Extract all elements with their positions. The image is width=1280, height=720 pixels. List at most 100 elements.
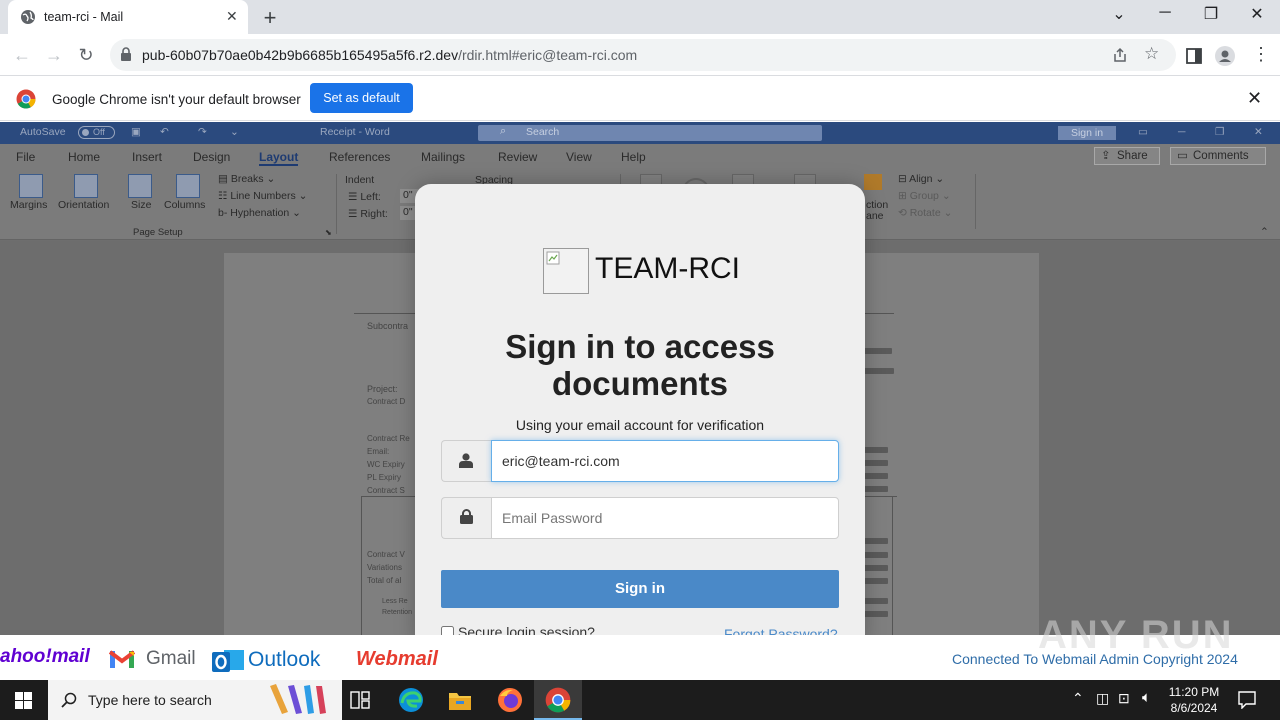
- tab-search-icon[interactable]: ⌄: [1104, 4, 1134, 24]
- word-search-box[interactable]: ⌕ Search: [478, 125, 822, 141]
- mail-brands-footer: ahoo!mail Gmail Outlook Webmail Connecte…: [0, 613, 1280, 680]
- chrome-menu-icon[interactable]: ⋮: [1252, 44, 1270, 65]
- doc-redacted-line: [864, 447, 888, 453]
- align-label: Align: [909, 173, 933, 185]
- hyphenation-button[interactable]: b‑ Hyphenation ⌄: [218, 207, 301, 219]
- ribbon-tab-home[interactable]: Home: [68, 150, 100, 164]
- set-as-default-button[interactable]: Set as default: [310, 83, 413, 113]
- ribbon-tab-insert[interactable]: Insert: [132, 150, 162, 164]
- autosave-label: AutoSave: [20, 126, 66, 138]
- word-minimize-icon[interactable]: ─: [1178, 126, 1185, 138]
- orientation-icon: [74, 174, 98, 198]
- hyphenation-label: Hyphenation: [230, 207, 290, 219]
- doc-redacted-line: [864, 348, 892, 354]
- word-share-label: Share: [1117, 150, 1148, 162]
- ribbon-tab-review[interactable]: Review: [498, 150, 537, 164]
- word-share-button[interactable]: ⇪ Share: [1094, 147, 1160, 165]
- firefox-icon[interactable]: [497, 687, 523, 713]
- notifications-icon[interactable]: [1238, 691, 1256, 709]
- table-rule: [892, 496, 893, 635]
- ribbon-tab-view[interactable]: View: [566, 150, 592, 164]
- word-title-bar: AutoSave Off ▣ ↶ ↷ ⌄ Receipt - Word ⌕ Se…: [0, 122, 1280, 144]
- tab-title: team-rci - Mail: [44, 10, 124, 24]
- autosave-toggle[interactable]: Off: [78, 126, 115, 139]
- taskbar-search-placeholder: Type here to search: [88, 692, 212, 708]
- undo-icon[interactable]: ↶: [160, 126, 169, 138]
- task-view-icon[interactable]: [350, 691, 370, 709]
- password-input[interactable]: [491, 497, 839, 539]
- margins-icon: [19, 174, 43, 198]
- ribbon-display-icon[interactable]: ▭: [1138, 126, 1148, 138]
- group-button[interactable]: ⊞ Group ⌄: [898, 190, 951, 202]
- doc-redacted-line: [864, 565, 888, 571]
- device-icon[interactable]: ◫: [1096, 690, 1109, 707]
- tab-close-icon[interactable]: ✕: [226, 8, 238, 25]
- word-close-icon[interactable]: ✕: [1254, 126, 1263, 138]
- line-numbers-button[interactable]: ☷ Line Numbers ⌄: [218, 190, 307, 202]
- customize-qat-icon[interactable]: ⌄: [230, 126, 239, 138]
- side-panel-icon[interactable]: [1184, 46, 1204, 66]
- doc-variations-text: Variations: [367, 563, 402, 572]
- redo-icon[interactable]: ↷: [198, 126, 207, 138]
- secure-session-option[interactable]: Secure login session?: [441, 624, 595, 635]
- sign-in-button[interactable]: Sign in: [441, 570, 839, 608]
- selection-pane-icon[interactable]: [864, 174, 882, 190]
- browser-tab[interactable]: team-rci - Mail ✕: [8, 0, 248, 34]
- collapse-ribbon-icon[interactable]: ⌃: [1260, 226, 1269, 238]
- email-input[interactable]: [491, 440, 839, 482]
- edge-icon[interactable]: [398, 687, 424, 713]
- word-restore-icon[interactable]: ❐: [1215, 126, 1224, 138]
- new-tab-button[interactable]: +: [258, 5, 282, 31]
- ribbon-divider: [336, 174, 337, 234]
- clock-time: 11:20 PM: [1168, 685, 1220, 699]
- reload-icon[interactable]: ↻: [73, 42, 99, 68]
- comment-icon: ▭: [1177, 150, 1188, 162]
- breaks-button[interactable]: ▤ Breaks ⌄: [218, 173, 275, 185]
- forgot-password-link[interactable]: Forgot Password?: [724, 626, 838, 635]
- size-button[interactable]: Size: [131, 199, 151, 211]
- ribbon-tab-references[interactable]: References: [329, 150, 390, 164]
- ribbon-tab-help[interactable]: Help: [621, 150, 646, 164]
- share-icon[interactable]: [1112, 47, 1128, 63]
- page-setup-launcher-icon[interactable]: ⬊: [325, 228, 332, 237]
- gmail-icon: [109, 650, 135, 668]
- address-bar[interactable]: pub-60b07b70ae0b42b9b6685b165495a5f6.r2.…: [110, 39, 1176, 71]
- email-addon: [441, 440, 491, 482]
- rotate-button[interactable]: ⟲ Rotate ⌄: [898, 207, 952, 219]
- ribbon-tab-file[interactable]: File: [16, 150, 35, 164]
- window-close-icon[interactable]: ✕: [1242, 4, 1272, 24]
- chrome-taskbar-button[interactable]: [534, 680, 582, 720]
- volume-icon[interactable]: 🔈︎: [1142, 689, 1151, 706]
- align-button[interactable]: ⊟ Align ⌄: [898, 173, 944, 185]
- forward-arrow-icon[interactable]: →: [41, 42, 67, 68]
- ribbon-tab-mailings[interactable]: Mailings: [421, 150, 465, 164]
- taskbar-search-box[interactable]: Type here to search: [48, 680, 342, 720]
- selection-pane-fragment-2: ane: [866, 210, 884, 222]
- file-explorer-icon[interactable]: [448, 689, 472, 711]
- doc-contract-text: Contract D: [367, 397, 406, 406]
- taskbar-clock[interactable]: 11:20 PM 8/6/2024: [1160, 684, 1228, 716]
- profile-avatar-icon[interactable]: [1215, 46, 1235, 66]
- orientation-button[interactable]: Orientation: [58, 199, 109, 211]
- save-icon[interactable]: ▣: [131, 126, 141, 138]
- doc-contract-v-text: Contract V: [367, 550, 405, 559]
- indent-right-text: Right:: [360, 208, 388, 220]
- word-sign-in-button[interactable]: Sign in: [1058, 126, 1116, 140]
- restore-icon[interactable]: ❐: [1196, 4, 1226, 24]
- windows-start-icon[interactable]: [15, 692, 32, 709]
- chrome-icon: [545, 687, 571, 713]
- show-hidden-icons-icon[interactable]: ⌃: [1072, 690, 1084, 707]
- bookmark-star-icon[interactable]: ☆: [1144, 44, 1159, 64]
- minimize-icon[interactable]: ─: [1150, 4, 1180, 22]
- columns-button[interactable]: Columns: [164, 199, 205, 211]
- back-arrow-icon[interactable]: ←: [9, 42, 35, 68]
- word-comments-button[interactable]: ▭ Comments: [1170, 147, 1266, 165]
- size-icon: [128, 174, 152, 198]
- ribbon-tab-layout[interactable]: Layout: [259, 150, 299, 166]
- margins-button[interactable]: Margins: [10, 199, 47, 211]
- doc-project-text: Project:: [367, 384, 398, 394]
- infobar-close-icon[interactable]: ✕: [1247, 88, 1262, 109]
- network-icon[interactable]: ⊡: [1118, 690, 1130, 707]
- secure-session-checkbox[interactable]: [441, 626, 454, 635]
- ribbon-tab-design[interactable]: Design: [193, 150, 230, 164]
